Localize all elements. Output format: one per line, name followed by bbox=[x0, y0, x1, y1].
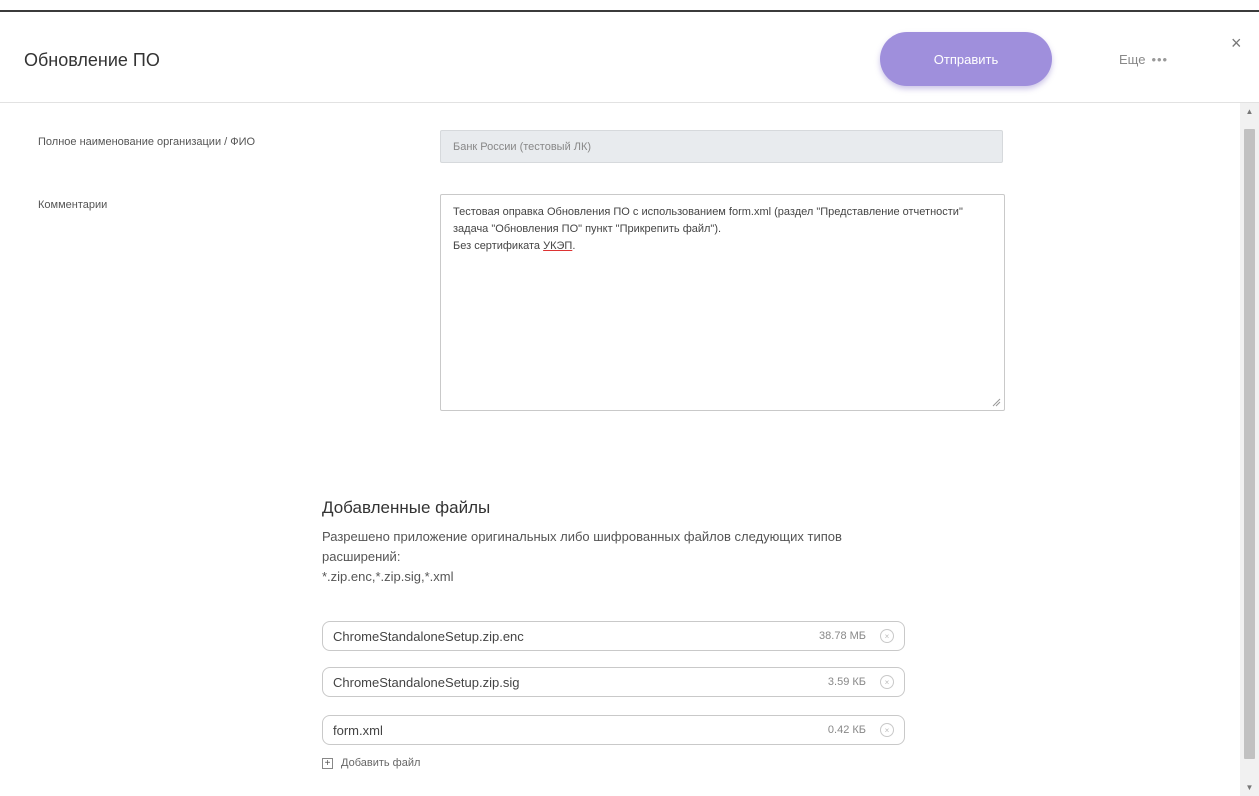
more-label: Еще bbox=[1119, 52, 1146, 67]
remove-file-icon[interactable]: × bbox=[880, 723, 894, 737]
more-menu-button[interactable]: Еще ••• bbox=[1119, 52, 1168, 67]
add-plus-icon: + bbox=[322, 757, 333, 769]
comment-text: Тестовая оправка Обновления ПО с использ… bbox=[453, 206, 963, 252]
org-label: Полное наименование организации / ФИО bbox=[38, 136, 256, 148]
allowed-types-text: Разрешено приложение оригинальных либо ш… bbox=[322, 529, 842, 564]
file-name: form.xml bbox=[333, 722, 383, 738]
file-size: 0.42 КБ bbox=[827, 724, 866, 736]
dialog-header: Обновление ПО Отправить Еще ••• × bbox=[0, 12, 1259, 103]
resize-grip-icon[interactable] bbox=[991, 397, 1001, 407]
file-name: ChromeStandaloneSetup.zip.enc bbox=[333, 628, 524, 644]
remove-file-icon[interactable]: × bbox=[880, 629, 894, 643]
file-item[interactable]: ChromeStandaloneSetup.zip.enc 38.78 МБ × bbox=[322, 621, 905, 651]
file-item[interactable]: form.xml 0.42 КБ × bbox=[322, 715, 905, 745]
added-files-description: Разрешено приложение оригинальных либо ш… bbox=[322, 527, 902, 587]
more-dots-icon: ••• bbox=[1151, 52, 1169, 67]
file-size: 3.59 КБ bbox=[827, 676, 866, 688]
close-icon[interactable]: × bbox=[1231, 34, 1242, 52]
scroll-down-icon[interactable]: ▼ bbox=[1240, 779, 1259, 796]
allowed-extensions: *.zip.enc,*.zip.sig,*.xml bbox=[322, 569, 454, 584]
scroll-up-icon[interactable]: ▲ bbox=[1240, 103, 1259, 120]
file-name: ChromeStandaloneSetup.zip.sig bbox=[333, 674, 520, 690]
update-software-dialog: Обновление ПО Отправить Еще ••• × Полное… bbox=[0, 12, 1259, 796]
comment-label: Комментарии bbox=[38, 199, 108, 211]
added-files-title: Добавленные файлы bbox=[322, 498, 491, 517]
comment-text-end: . bbox=[572, 240, 576, 252]
file-item[interactable]: ChromeStandaloneSetup.zip.sig 3.59 КБ × bbox=[322, 667, 905, 697]
remove-file-icon[interactable]: × bbox=[880, 675, 894, 689]
add-file-button[interactable]: + Добавить файл bbox=[322, 757, 420, 769]
comment-text-ukep: УКЭП bbox=[543, 240, 573, 252]
add-file-label: Добавить файл bbox=[341, 757, 421, 769]
org-name-field: Банк России (тестовый ЛК) bbox=[440, 130, 1003, 163]
dialog-content: Полное наименование организации / ФИО Ба… bbox=[0, 103, 1239, 796]
dialog-title: Обновление ПО bbox=[24, 50, 160, 70]
file-size: 38.78 МБ bbox=[819, 630, 866, 642]
scroll-thumb[interactable] bbox=[1244, 129, 1255, 759]
org-name-value: Банк России (тестовый ЛК) bbox=[453, 140, 592, 153]
vertical-scrollbar[interactable]: ▲ ▼ bbox=[1240, 103, 1259, 796]
top-window-edge bbox=[0, 0, 1259, 12]
send-button[interactable]: Отправить bbox=[880, 32, 1052, 86]
comment-textarea[interactable]: Тестовая оправка Обновления ПО с использ… bbox=[440, 194, 1005, 411]
